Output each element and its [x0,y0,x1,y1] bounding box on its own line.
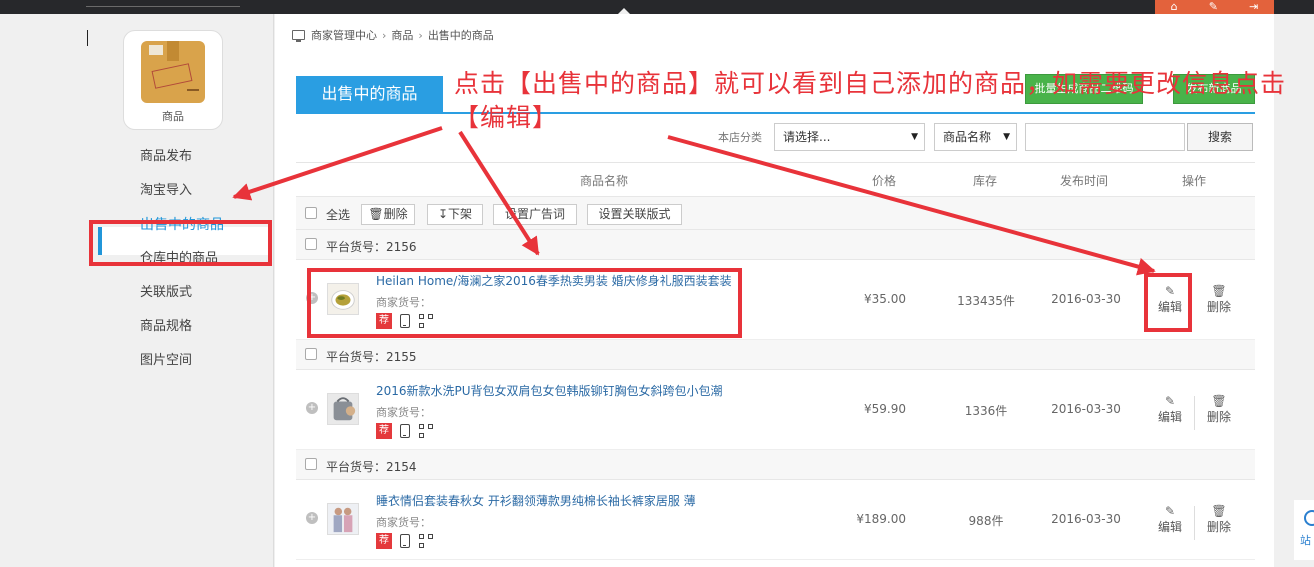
annotation-text: 点击【出售中的商品】就可以看到自己添加的商品，如需要更改信息点击【编辑】 [454,69,1287,132]
arrow-to-nav [232,126,443,201]
arrow-to-product [458,130,540,256]
arrow-to-edit [667,135,1156,276]
